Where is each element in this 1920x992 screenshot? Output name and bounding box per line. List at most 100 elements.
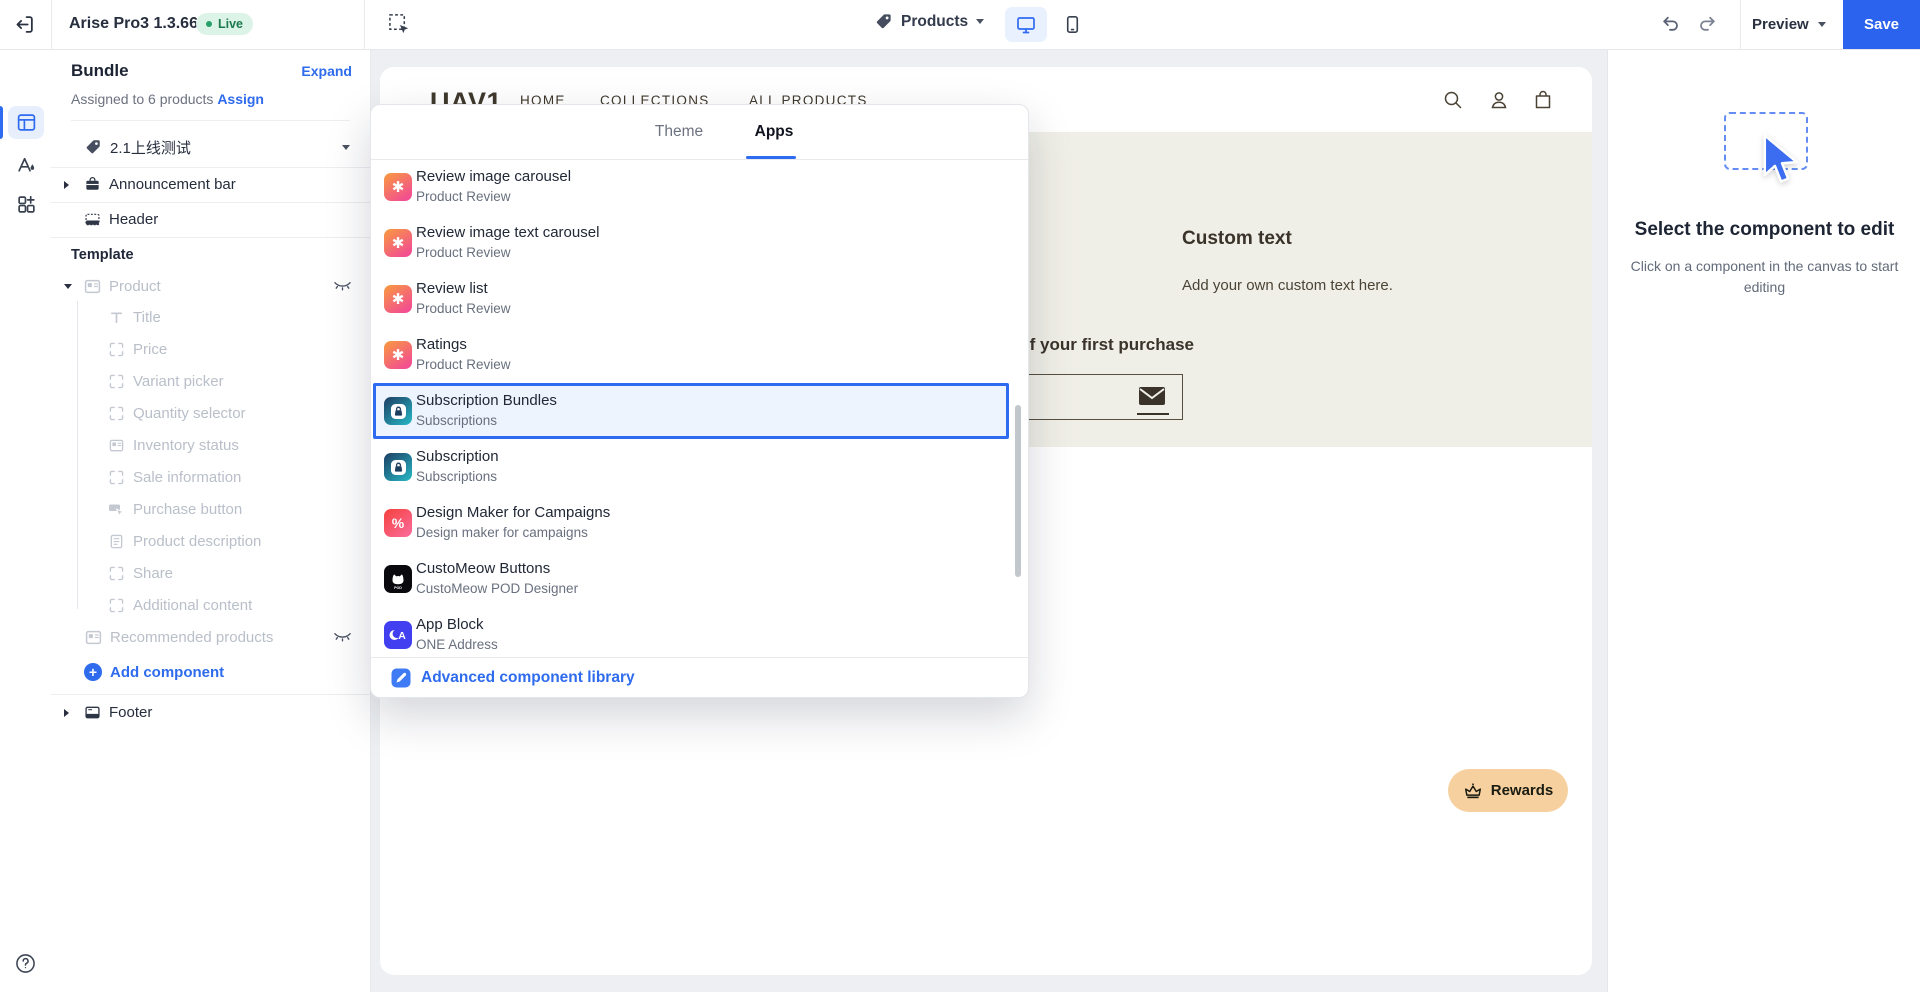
page-type-selector[interactable]: Products bbox=[874, 12, 984, 31]
select-tool-icon[interactable] bbox=[388, 13, 411, 36]
undo-button[interactable] bbox=[1660, 13, 1681, 34]
card-icon bbox=[84, 628, 102, 646]
preview-button[interactable]: Preview bbox=[1752, 0, 1826, 49]
block-brackets-icon bbox=[107, 404, 125, 422]
app-name: Review image text carousel bbox=[416, 224, 599, 241]
custom-text-body[interactable]: Add your own custom text here. bbox=[1182, 277, 1393, 294]
bundle-title: Bundle bbox=[71, 61, 129, 81]
chevron-right-icon[interactable] bbox=[64, 709, 77, 717]
tree-item-purchase-button[interactable]: Purchase button bbox=[51, 493, 370, 525]
tree-item-label: Variant picker bbox=[133, 373, 224, 390]
redo-button[interactable] bbox=[1697, 13, 1718, 34]
topbar-divider bbox=[1740, 0, 1741, 49]
cart-icon[interactable] bbox=[1532, 89, 1554, 111]
search-icon[interactable] bbox=[1442, 89, 1464, 111]
tree-item-variant-picker[interactable]: Variant picker bbox=[51, 365, 370, 397]
tree-item-label: Inventory status bbox=[133, 437, 239, 454]
rail-item-sections[interactable] bbox=[8, 106, 44, 139]
app-row-customeow-buttons[interactable]: POD CustoMeow Buttons CustoMeow POD Desi… bbox=[373, 551, 1009, 607]
button-cursor-icon bbox=[107, 500, 125, 518]
bundle-selector[interactable]: 2.1上线测试 bbox=[51, 127, 370, 167]
save-button[interactable]: Save bbox=[1843, 0, 1920, 49]
topbar-divider bbox=[364, 0, 365, 49]
crown-icon bbox=[1463, 781, 1483, 801]
chevron-down-icon[interactable] bbox=[64, 284, 77, 289]
app-row-ratings[interactable]: ✱ Ratings Product Review bbox=[373, 327, 1009, 383]
typography-icon bbox=[16, 154, 37, 175]
app-row-design-maker[interactable]: % Design Maker for Campaigns Design make… bbox=[373, 495, 1009, 551]
tree-item-product-description[interactable]: Product description bbox=[51, 525, 370, 557]
app-row-review-image-text-carousel[interactable]: ✱ Review image text carousel Product Rev… bbox=[373, 215, 1009, 271]
tree-item-footer[interactable]: Footer bbox=[51, 695, 370, 730]
exit-editor-button[interactable] bbox=[14, 14, 35, 35]
help-button[interactable] bbox=[14, 952, 37, 975]
app-name: CustoMeow Buttons bbox=[416, 560, 550, 577]
app-name: Review list bbox=[416, 280, 488, 297]
app-row-subscription[interactable]: Subscription Subscriptions bbox=[373, 439, 1009, 495]
account-icon[interactable] bbox=[1488, 89, 1510, 111]
theme-name-version: Arise Pro3 1.3.66 bbox=[69, 15, 198, 33]
tree-item-product[interactable]: Product bbox=[51, 271, 370, 301]
tab-apps[interactable]: Apps bbox=[749, 105, 799, 159]
divider bbox=[71, 120, 350, 121]
tree-item-additional-content[interactable]: Additional content bbox=[51, 589, 370, 621]
product-review-app-icon: ✱ bbox=[384, 341, 412, 369]
add-component-button[interactable]: + Add component bbox=[51, 655, 370, 689]
block-brackets-icon bbox=[107, 596, 125, 614]
tree-item-share[interactable]: Share bbox=[51, 557, 370, 589]
tree-item-inventory-status[interactable]: Inventory status bbox=[51, 429, 370, 461]
bundle-selector-label: 2.1上线测试 bbox=[110, 137, 191, 158]
app-name: Review image carousel bbox=[416, 168, 571, 185]
footer-icon bbox=[83, 704, 101, 722]
tree-item-recommended-products[interactable]: Recommended products bbox=[51, 621, 370, 653]
rail-item-app-blocks[interactable] bbox=[8, 188, 44, 221]
chevron-right-icon[interactable] bbox=[64, 181, 77, 189]
eye-closed-icon[interactable] bbox=[333, 280, 352, 292]
layers-panel: Bundle Expand Assigned to 6 products Ass… bbox=[51, 49, 371, 992]
custom-text-title[interactable]: Custom text bbox=[1182, 228, 1292, 250]
tag-icon bbox=[84, 138, 102, 156]
library-icon bbox=[391, 668, 411, 688]
advanced-library-link[interactable]: Advanced component library bbox=[371, 658, 1028, 697]
rail-item-theme-styles[interactable] bbox=[8, 148, 44, 181]
customeow-app-icon: POD bbox=[384, 565, 412, 593]
expand-link[interactable]: Expand bbox=[301, 63, 352, 79]
app-row-review-list[interactable]: ✱ Review list Product Review bbox=[373, 271, 1009, 327]
app-row-app-block[interactable]: A App Block ONE Address bbox=[373, 607, 1009, 657]
tree-item-price[interactable]: Price bbox=[51, 333, 370, 365]
tree-item-sale-information[interactable]: Sale information bbox=[51, 461, 370, 493]
tree-item-label: Recommended products bbox=[110, 629, 273, 646]
design-maker-app-icon: % bbox=[384, 509, 412, 537]
product-review-app-icon: ✱ bbox=[384, 285, 412, 313]
chevron-down-icon bbox=[976, 19, 984, 24]
scrollbar-thumb[interactable] bbox=[1015, 405, 1021, 577]
tree-item-label: Announcement bar bbox=[109, 176, 236, 193]
block-brackets-icon bbox=[107, 340, 125, 358]
app-row-review-image-carousel[interactable]: ✱ Review image carousel Product Review bbox=[373, 159, 1009, 215]
app-name: Subscription bbox=[416, 448, 499, 465]
desktop-view-toggle[interactable] bbox=[1005, 7, 1047, 42]
tree-item-label: Title bbox=[133, 309, 161, 326]
live-dot-icon bbox=[206, 21, 212, 27]
tree-item-quantity-selector[interactable]: Quantity selector bbox=[51, 397, 370, 429]
tab-theme[interactable]: Theme bbox=[651, 105, 707, 159]
preview-label: Preview bbox=[1752, 16, 1809, 33]
rewards-button[interactable]: Rewards bbox=[1448, 769, 1568, 812]
envelope-icon[interactable] bbox=[1138, 386, 1166, 406]
app-row-subscription-bundles[interactable]: Subscription Bundles Subscriptions bbox=[373, 383, 1009, 439]
tree-item-announcement-bar[interactable]: Announcement bar bbox=[51, 167, 370, 202]
tree-item-header[interactable]: Header bbox=[51, 202, 370, 237]
active-rail-indicator bbox=[0, 106, 3, 139]
eye-closed-icon[interactable] bbox=[333, 631, 352, 643]
assign-link[interactable]: Assign bbox=[217, 91, 264, 107]
app-developer: Design maker for campaigns bbox=[416, 525, 588, 540]
tree-item-label: Header bbox=[109, 211, 158, 228]
tree-item-label: Additional content bbox=[133, 597, 252, 614]
tree-item-title[interactable]: Title bbox=[51, 301, 370, 333]
tree-item-label: Product bbox=[109, 278, 161, 295]
tree-item-label: Share bbox=[133, 565, 173, 582]
app-developer: ONE Address bbox=[416, 637, 498, 652]
mobile-view-toggle[interactable] bbox=[1053, 7, 1091, 42]
rewards-label: Rewards bbox=[1491, 782, 1554, 799]
tree-item-label: Purchase button bbox=[133, 501, 242, 518]
